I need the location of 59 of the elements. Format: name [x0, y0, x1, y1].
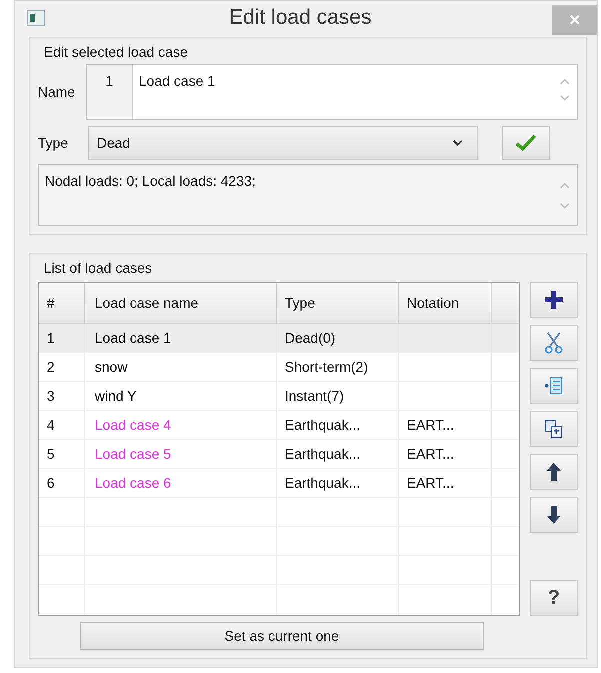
- column-header[interactable]: Load case name: [85, 283, 277, 323]
- copy-button[interactable]: [530, 411, 578, 447]
- table-row[interactable]: 5 Load case 5 Earthquak... EART...: [39, 440, 519, 469]
- table-cell: 1: [39, 324, 85, 352]
- column-header[interactable]: Notation: [399, 283, 492, 323]
- close-icon: [568, 14, 580, 26]
- type-dropdown[interactable]: Dead: [88, 126, 478, 160]
- table-cell: Earthquak...: [277, 411, 399, 439]
- table-cell: 6: [39, 469, 85, 497]
- insert-row-icon: [544, 376, 564, 396]
- set-current-button[interactable]: Set as current one: [80, 622, 484, 650]
- down-button[interactable]: [530, 497, 578, 533]
- chevron-down-icon: [453, 140, 463, 146]
- table-cell: Short-term(2): [277, 353, 399, 381]
- table-cell: Earthquak...: [277, 469, 399, 497]
- table-row[interactable]: 3 wind Y Instant(7): [39, 382, 519, 411]
- table-row[interactable]: 4 Load case 4 Earthquak... EART...: [39, 411, 519, 440]
- table-row[interactable]: 1 Load case 1 Dead(0): [39, 324, 519, 353]
- app-icon: [27, 10, 45, 26]
- table-cell: 4: [39, 411, 85, 439]
- case-number: 1: [87, 65, 133, 119]
- table-cell: Instant(7): [277, 382, 399, 410]
- table-cell: Dead(0): [277, 324, 399, 352]
- insert-button[interactable]: [530, 368, 578, 404]
- table-row[interactable]: 6 Load case 6 Earthquak... EART...: [39, 469, 519, 498]
- arrow-down-icon: [546, 505, 562, 525]
- name-label: Name: [38, 83, 76, 102]
- up-button[interactable]: [530, 454, 578, 490]
- group-title: List of load cases: [44, 260, 152, 276]
- table-cell: Load case 6: [85, 469, 277, 497]
- copy-icon: [544, 419, 564, 439]
- table-cell: Earthquak...: [277, 440, 399, 468]
- name-field[interactable]: 1 Load case 1: [86, 64, 578, 120]
- cut-button[interactable]: [530, 325, 578, 361]
- scissors-icon: [545, 332, 563, 354]
- column-header[interactable]: #: [39, 283, 85, 323]
- arrow-up-icon: [546, 462, 562, 482]
- table-cell: 3: [39, 382, 85, 410]
- table-cell: 5: [39, 440, 85, 468]
- apply-button[interactable]: [502, 126, 550, 160]
- table-cell: EART...: [399, 469, 492, 497]
- table-cell: Load case 1: [85, 324, 277, 352]
- help-button[interactable]: ?: [530, 580, 578, 616]
- table-cell: 2: [39, 353, 85, 381]
- plus-icon: [544, 290, 564, 310]
- table-cell: EART...: [399, 440, 492, 468]
- load-info-text: Nodal loads: 0; Local loads: 4233;: [45, 173, 256, 189]
- table-cell: Load case 5: [85, 440, 277, 468]
- table-cell: snow: [85, 353, 277, 381]
- column-header[interactable]: Type: [277, 283, 399, 323]
- window-title: Edit load cases: [228, 6, 373, 30]
- checkmark-icon: [515, 134, 537, 152]
- table-row[interactable]: 2 snow Short-term(2): [39, 353, 519, 382]
- table-cell: wind Y: [85, 382, 277, 410]
- table-cell: EART...: [399, 411, 492, 439]
- add-button[interactable]: [530, 282, 578, 318]
- group-title: Edit selected load case: [44, 44, 188, 60]
- type-label: Type: [38, 134, 70, 153]
- table-cell: Load case 4: [85, 411, 277, 439]
